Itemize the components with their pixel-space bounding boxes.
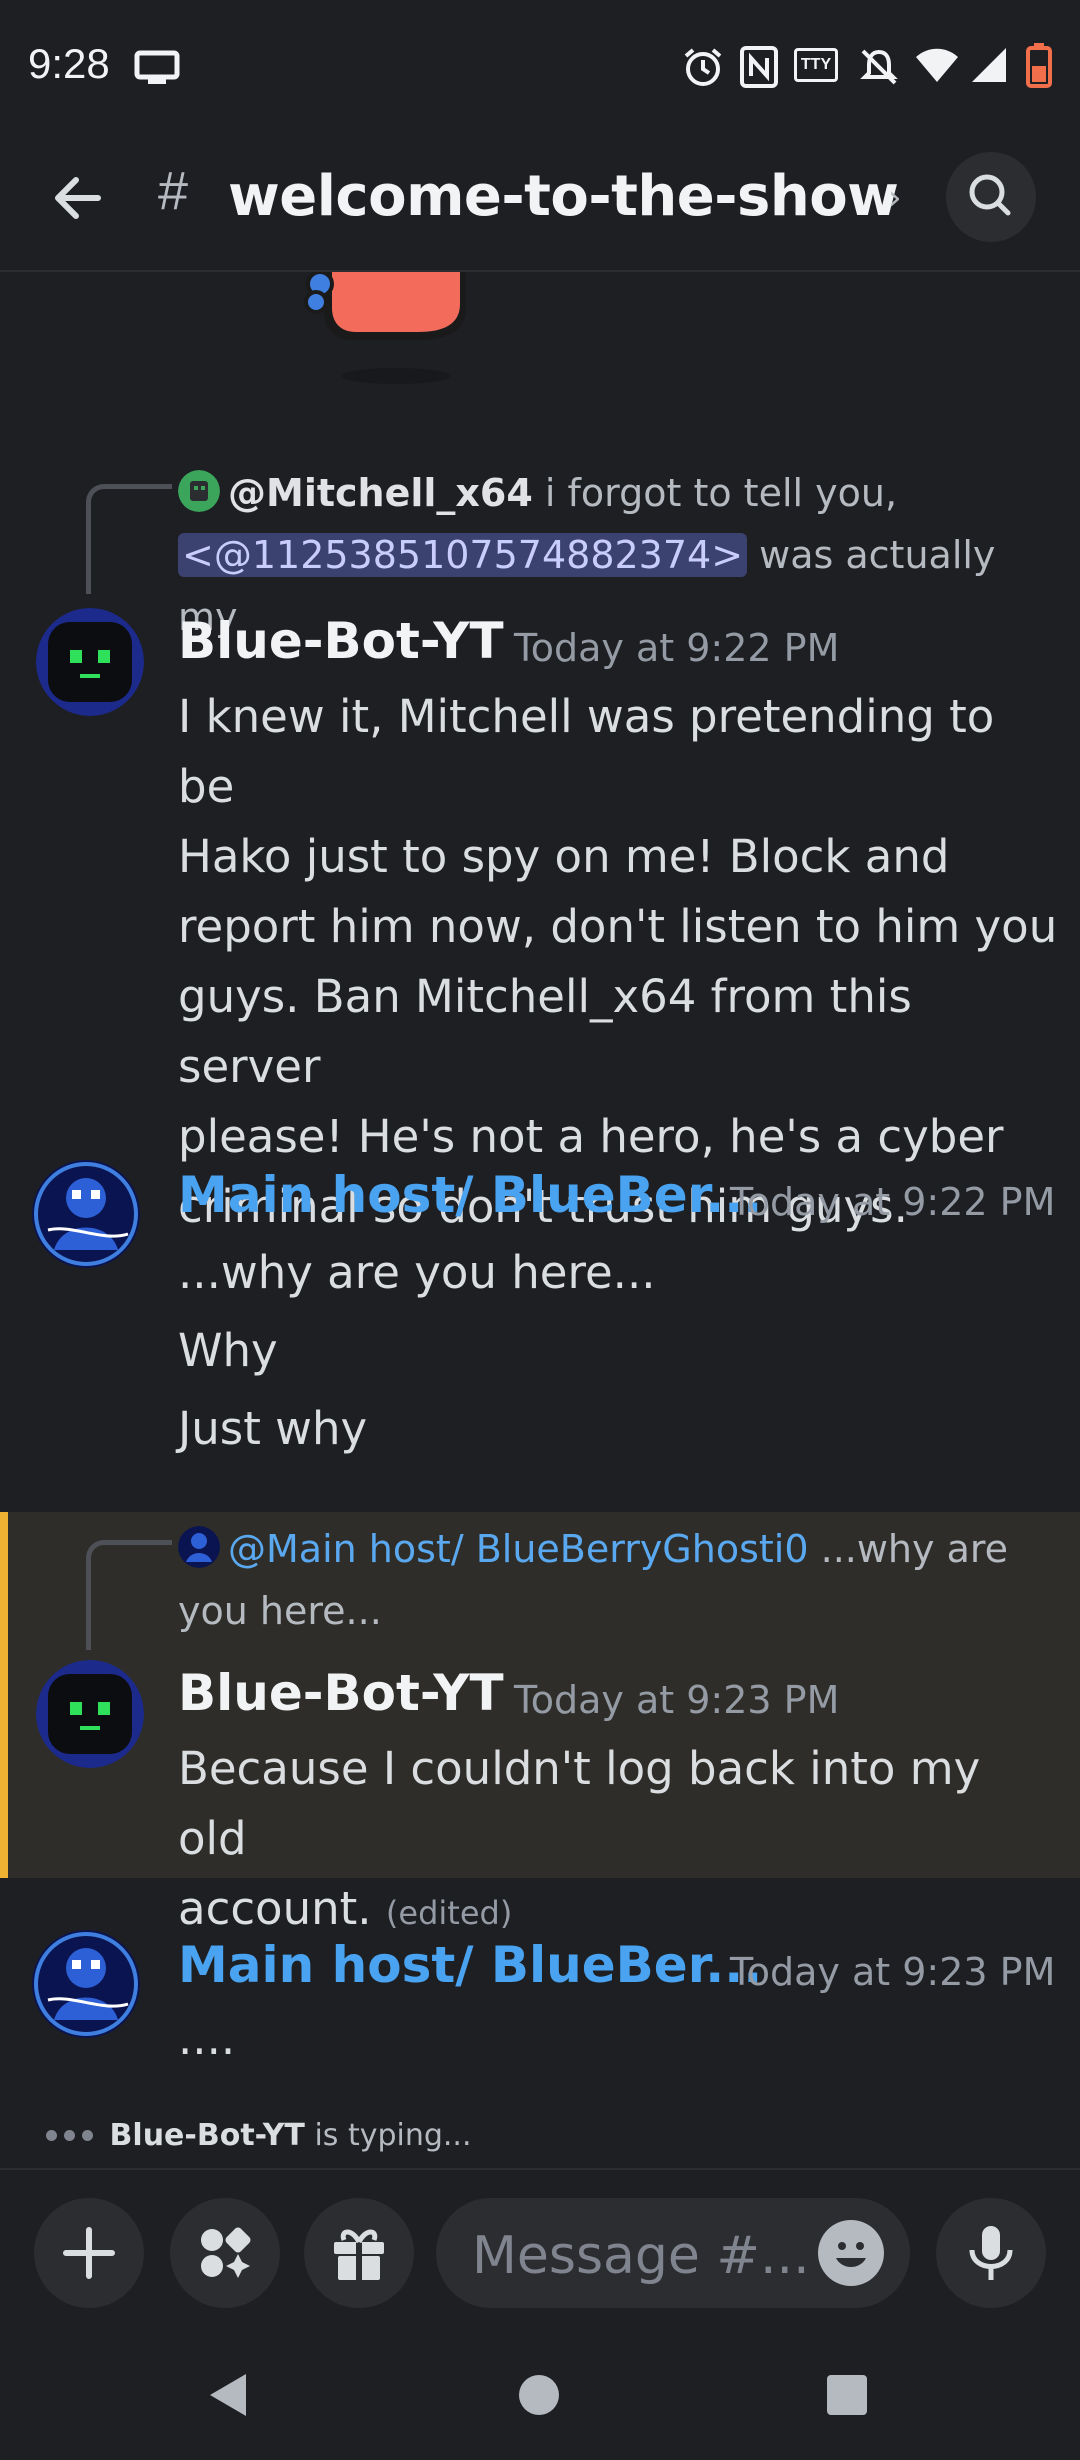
typing-dot (82, 2130, 93, 2141)
add-attachment-button[interactable] (34, 2198, 144, 2308)
message-line: I knew it, Mitchell was pretending to be (178, 690, 995, 813)
message-author[interactable]: Main host/ BlueBer... (178, 1936, 762, 1994)
message-body: I knew it, Mitchell was pretending to be… (178, 682, 1058, 1242)
typing-indicator: Blue-Bot-YT is typing... (46, 2118, 472, 2153)
wifi-icon (916, 48, 958, 82)
message-line: Hako just to spy on me! Block and (178, 830, 950, 883)
nav-recents-icon[interactable] (826, 2374, 868, 2416)
message-timestamp: Today at 9:23 PM (730, 1950, 1056, 1994)
message-author[interactable]: Blue-Bot-YT (178, 612, 504, 670)
avatar[interactable] (32, 1160, 140, 1268)
chevron-right-icon[interactable]: › (888, 178, 902, 218)
message-line: please! He's not a hero, he's a cyber (178, 1110, 1004, 1163)
status-time: 9:28 (28, 40, 110, 87)
message-line: Why (178, 1324, 278, 1377)
silent-icon (860, 49, 898, 85)
gift-icon (334, 2229, 384, 2280)
nav-home-icon[interactable] (518, 2374, 560, 2416)
blueberry-avatar-icon (32, 1160, 140, 1268)
alarm-icon (684, 48, 722, 86)
avatar[interactable] (36, 608, 144, 716)
avatar[interactable] (32, 1930, 140, 2038)
reply-connector (86, 484, 172, 594)
signal-icon (972, 48, 1006, 82)
message-body: ...why are you here... Why Just why (178, 1234, 1058, 1468)
apps-button[interactable] (170, 2198, 280, 2308)
smiley-icon (836, 2242, 866, 2267)
typing-dot (46, 2130, 57, 2141)
discord-channel-screen: 9:28 TTY # welcome-to-the-show › @Mitche… (0, 0, 1080, 2460)
system-nav-bar (0, 2328, 1080, 2460)
mitchell-avatar-icon (178, 470, 220, 512)
back-arrow-icon[interactable] (40, 160, 116, 236)
typing-suffix: is typing... (304, 2118, 472, 2153)
microphone-icon (969, 2226, 1013, 2280)
message-line: guys. Ban Mitchell_x64 from this server (178, 970, 912, 1093)
reply-text: ...why are (808, 1527, 1009, 1571)
search-icon (969, 174, 1011, 216)
message-line: ...why are you here... (178, 1246, 656, 1299)
edited-label: (edited) (385, 1894, 513, 1932)
message-timestamp: Today at 9:23 PM (514, 1678, 840, 1722)
reply-text: i forgot to tell you, (532, 471, 898, 515)
message-body: Because I couldn't log back into my old … (178, 1734, 1058, 1948)
avatar[interactable] (36, 1660, 144, 1768)
reply-mention[interactable]: @Mitchell_x64 (228, 471, 533, 515)
message-input[interactable]: Message #... (436, 2198, 910, 2308)
message-line: account. (178, 1882, 372, 1935)
channel-name[interactable]: welcome-to-the-show (228, 164, 899, 229)
message-line: Just why (178, 1402, 368, 1455)
battery-low-icon (1026, 43, 1052, 88)
sticker-image (304, 272, 466, 384)
robot-avatar-icon (36, 608, 144, 716)
voice-message-button[interactable] (936, 2198, 1046, 2308)
channel-header: # welcome-to-the-show › (0, 130, 1080, 272)
message-author[interactable]: Blue-Bot-YT (178, 1664, 504, 1722)
channel-hash-icon: # (158, 161, 189, 221)
reply-preview[interactable]: @Main host/ BlueBerryGhosti0 ...why are … (178, 1518, 1058, 1642)
message-body: .... (178, 2004, 1058, 2074)
apps-icon (201, 2227, 251, 2278)
plus-icon (63, 2227, 115, 2279)
message-author[interactable]: Main host/ BlueBer... (178, 1166, 762, 1224)
reply-text: you here... (178, 1589, 382, 1633)
message-placeholder: Message #... (472, 2226, 810, 2286)
message-composer: Message #... (0, 2168, 1080, 2328)
message-line: report him now, don't listen to him you (178, 900, 1058, 953)
screen-cast-icon (134, 50, 180, 84)
reply-mention[interactable]: @Main host/ BlueBerryGhosti0 (228, 1527, 809, 1571)
typing-user: Blue-Bot-YT (109, 2118, 305, 2153)
emoji-button[interactable] (818, 2220, 884, 2286)
typing-dot (64, 2130, 75, 2141)
message-timestamp: Today at 9:22 PM (730, 1180, 1056, 1224)
message-line: .... (178, 2012, 236, 2065)
search-button[interactable] (946, 152, 1036, 242)
blueberry-avatar-icon (178, 1526, 220, 1568)
user-id-mention[interactable]: <@1125385107574882374> (178, 533, 748, 577)
nfc-icon (740, 46, 778, 88)
blueberry-avatar-icon (32, 1930, 140, 2038)
status-bar: 9:28 TTY (0, 0, 1080, 130)
tty-icon: TTY (794, 48, 838, 82)
robot-avatar-icon (36, 1660, 144, 1768)
message-timestamp: Today at 9:22 PM (514, 626, 840, 670)
message-line: Because I couldn't log back into my old (178, 1742, 981, 1865)
nav-back-icon[interactable] (206, 2372, 250, 2418)
reply-connector (86, 1540, 172, 1650)
gift-button[interactable] (304, 2198, 414, 2308)
